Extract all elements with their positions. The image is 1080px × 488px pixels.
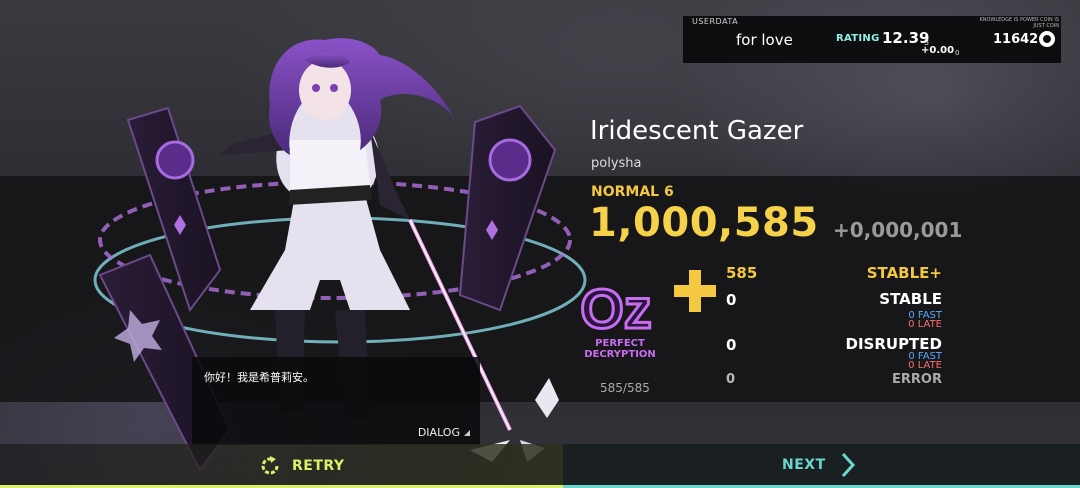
error-label: ERROR — [892, 372, 942, 387]
stable-count: 0 — [726, 291, 737, 309]
retry-icon — [261, 456, 279, 475]
difficulty-label: NORMAL 6 — [591, 184, 674, 200]
retry-button[interactable]: RETRY — [258, 454, 345, 478]
coin-icon — [1039, 31, 1055, 47]
disrupted-late: 0 LATE — [908, 360, 942, 371]
rating-delta: +0.00 — [921, 45, 955, 56]
dialog-text: 你好！我是希普莉安。 — [204, 371, 314, 384]
rank-label-line1: PERFECT — [595, 338, 645, 349]
userdata-label: USERDATA — [692, 17, 739, 26]
username: for love — [736, 31, 793, 49]
userdata-panel: USERDATA for love RATING 12.39 3 +0.00 0… — [683, 16, 1061, 63]
next-button[interactable]: NEXT — [782, 452, 856, 478]
rank-grade-badge: Oz — [579, 278, 654, 336]
disrupted-count: 0 — [726, 336, 737, 354]
coin-count: 11642 — [993, 32, 1039, 47]
chevron-right-icon — [841, 452, 855, 478]
dialog-box: 你好！我是希普莉安。 DIALOG — [192, 357, 480, 445]
rating-label: RATING — [836, 33, 880, 44]
rank-label-line2: DECRYPTION — [584, 349, 656, 360]
stable-plus-count: 585 — [726, 264, 758, 282]
motto-text: KNOWLEDGE IS POWER COIN IS JUST COIN — [979, 17, 1059, 29]
retry-label: RETRY — [292, 458, 345, 474]
error-count: 0 — [726, 372, 736, 387]
total-notes: 585/585 — [600, 381, 650, 395]
stable-late: 0 LATE — [908, 319, 942, 330]
stable-plus-label: STABLE+ — [866, 264, 942, 282]
rank-label: PERFECT DECRYPTION — [578, 338, 662, 360]
plus-icon — [674, 270, 716, 312]
dialog-button[interactable]: DIALOG — [418, 426, 470, 439]
score-value: 1,000,585 — [589, 200, 819, 246]
song-artist: polysha — [591, 156, 642, 171]
song-title: Iridescent Gazer — [590, 116, 804, 146]
rating-delta-sub-digit: 0 — [955, 49, 960, 57]
rank-grade-text: Oz — [580, 278, 652, 336]
score-delta: +0,000,001 — [833, 218, 963, 242]
stable-label: STABLE — [879, 290, 942, 308]
next-label: NEXT — [782, 457, 826, 473]
